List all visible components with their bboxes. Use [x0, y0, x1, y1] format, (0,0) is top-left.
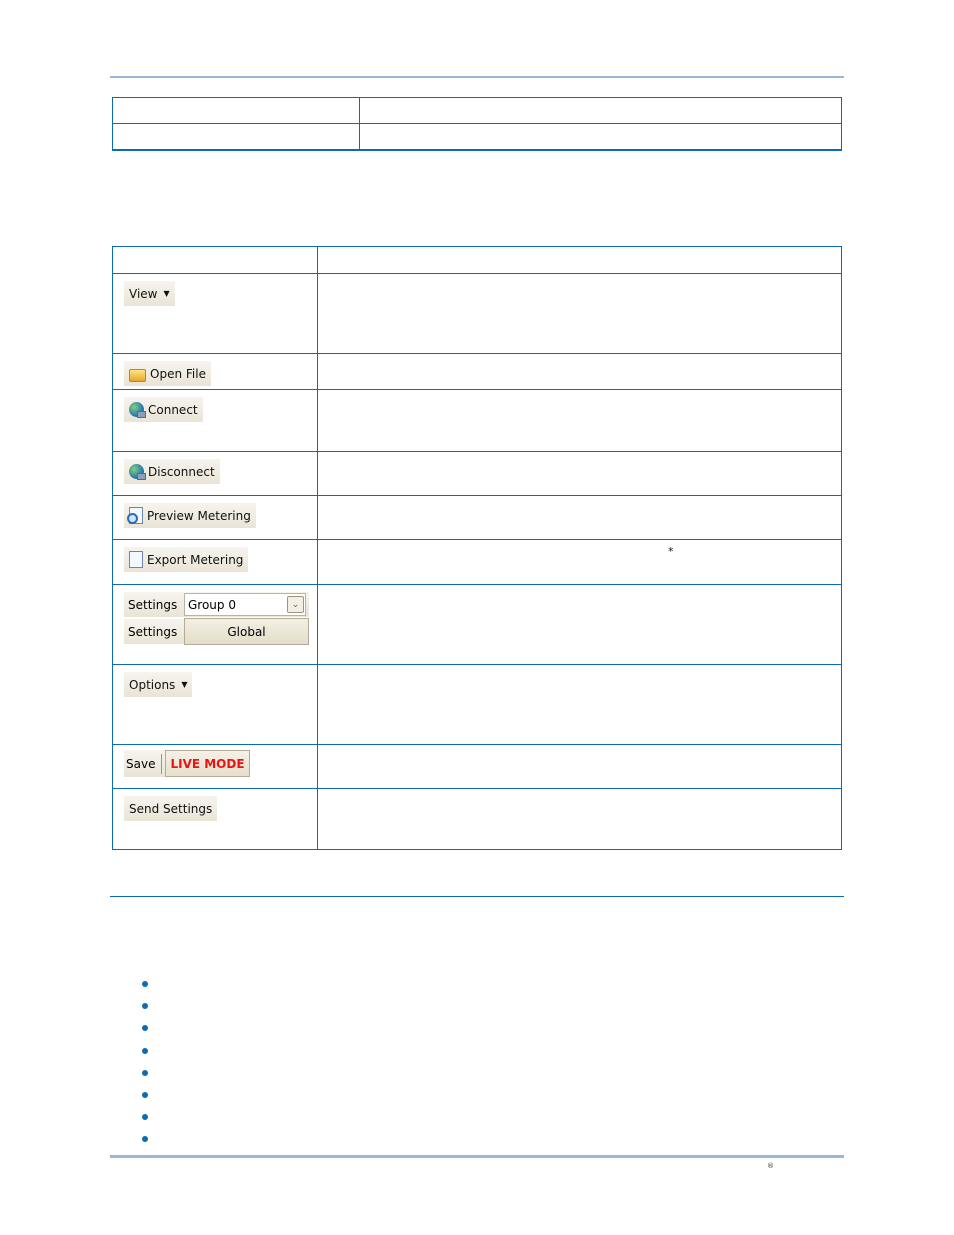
table-header-row	[112, 246, 842, 274]
connect-button[interactable]: Connect	[124, 397, 203, 422]
table-row: Settings Group 0 ⌄ Settings Global	[112, 584, 842, 665]
table-cell: Send Settings	[112, 788, 318, 850]
table-cell: Disconnect	[112, 451, 318, 496]
save-live-mode-group: Save LIVE MODE	[124, 750, 250, 777]
settings-global-row: Settings Global	[124, 618, 309, 645]
global-label: Global	[227, 624, 266, 639]
toolbar-table: View ▼ Open File Connect Disconnect Previ…	[112, 246, 842, 850]
table-cell	[359, 123, 842, 151]
list-bullet	[142, 1114, 148, 1121]
list-bullet	[142, 1025, 148, 1032]
table-cell: Export Metering	[112, 539, 318, 585]
table-cell	[317, 664, 842, 745]
settings-group-row: Settings Group 0 ⌄	[124, 592, 309, 617]
view-label: View	[129, 286, 158, 301]
send-settings-button[interactable]: Send Settings	[124, 796, 218, 821]
list-bullet	[142, 1069, 148, 1076]
table-cell: Settings Group 0 ⌄ Settings Global	[112, 584, 318, 665]
preview-metering-button[interactable]: Preview Metering	[124, 503, 256, 528]
table-cell	[112, 123, 360, 151]
preview-metering-label: Preview Metering	[147, 508, 251, 523]
table-row: Save LIVE MODE	[112, 744, 842, 789]
table-cell	[112, 97, 360, 124]
options-label: Options	[129, 677, 176, 692]
caret-down-icon: ▼	[181, 680, 188, 689]
table-cell	[112, 246, 318, 274]
list-bullet	[142, 1092, 148, 1098]
view-menu-button[interactable]: View ▼	[124, 281, 175, 306]
table-row: Preview Metering	[112, 495, 842, 540]
table-cell	[317, 389, 842, 452]
connect-label: Connect	[148, 402, 198, 417]
table-cell	[317, 584, 842, 665]
separator	[161, 753, 163, 774]
table-cell: Connect	[112, 389, 318, 452]
globe-icon	[129, 464, 146, 480]
table-cell: Preview Metering	[112, 495, 318, 540]
options-menu-button[interactable]: Options ▼	[124, 672, 193, 697]
settings-group: Settings Group 0 ⌄ Settings Global	[124, 592, 309, 645]
list-bullet	[142, 981, 148, 987]
table-cell: Options ▼	[112, 664, 318, 745]
table-row: Send Settings	[112, 788, 842, 850]
table-row: Open File	[112, 353, 842, 390]
table-cell: View ▼	[112, 273, 318, 354]
settings-group-select[interactable]: Group 0 ⌄	[184, 593, 306, 616]
table-cell	[317, 353, 842, 390]
footnote-marker: *	[668, 545, 674, 558]
live-mode-button[interactable]: LIVE MODE	[165, 750, 250, 777]
table-cell	[317, 451, 842, 496]
table-cell	[317, 495, 842, 540]
list-bullet	[142, 1003, 148, 1010]
save-button[interactable]: Save	[124, 757, 161, 771]
table-row: View ▼	[112, 273, 842, 354]
export-metering-label: Export Metering	[147, 552, 244, 567]
footer-rule	[110, 1155, 844, 1158]
global-settings-button[interactable]: Global	[184, 618, 309, 645]
table-cell	[317, 539, 842, 585]
settings-group-value: Group 0	[188, 597, 236, 612]
table-cell: Open File	[112, 353, 318, 390]
table-cell	[317, 744, 842, 789]
settings-label: Settings	[128, 597, 178, 612]
table-cell: Save LIVE MODE	[112, 744, 318, 789]
section-rule	[110, 896, 844, 897]
settings-label: Settings	[128, 624, 178, 639]
chevron-down-icon[interactable]: ⌄	[287, 596, 304, 613]
table-row	[112, 123, 842, 151]
globe-icon	[129, 402, 146, 418]
registered-mark: ®	[767, 1162, 774, 1170]
table-cell	[359, 97, 842, 124]
list-bullet	[142, 1047, 148, 1054]
table-cell	[317, 273, 842, 354]
table-row: Options ▼	[112, 664, 842, 745]
folder-icon	[129, 368, 146, 382]
top-table	[112, 97, 842, 151]
preview-icon	[127, 507, 143, 524]
disconnect-label: Disconnect	[148, 464, 215, 479]
open-file-button[interactable]: Open File	[124, 361, 211, 386]
export-metering-button[interactable]: Export Metering	[124, 547, 249, 572]
table-row: Connect	[112, 389, 842, 452]
caret-down-icon: ▼	[163, 289, 170, 298]
document-icon	[129, 551, 143, 568]
table-cell	[317, 246, 842, 274]
table-cell	[317, 788, 842, 850]
header-rule	[110, 76, 844, 78]
table-row: Disconnect	[112, 451, 842, 496]
list-bullet	[142, 1136, 148, 1143]
send-settings-label: Send Settings	[129, 801, 213, 816]
table-row	[112, 97, 842, 124]
table-row: Export Metering	[112, 539, 842, 585]
open-file-label: Open File	[150, 366, 206, 381]
disconnect-button[interactable]: Disconnect	[124, 459, 220, 484]
